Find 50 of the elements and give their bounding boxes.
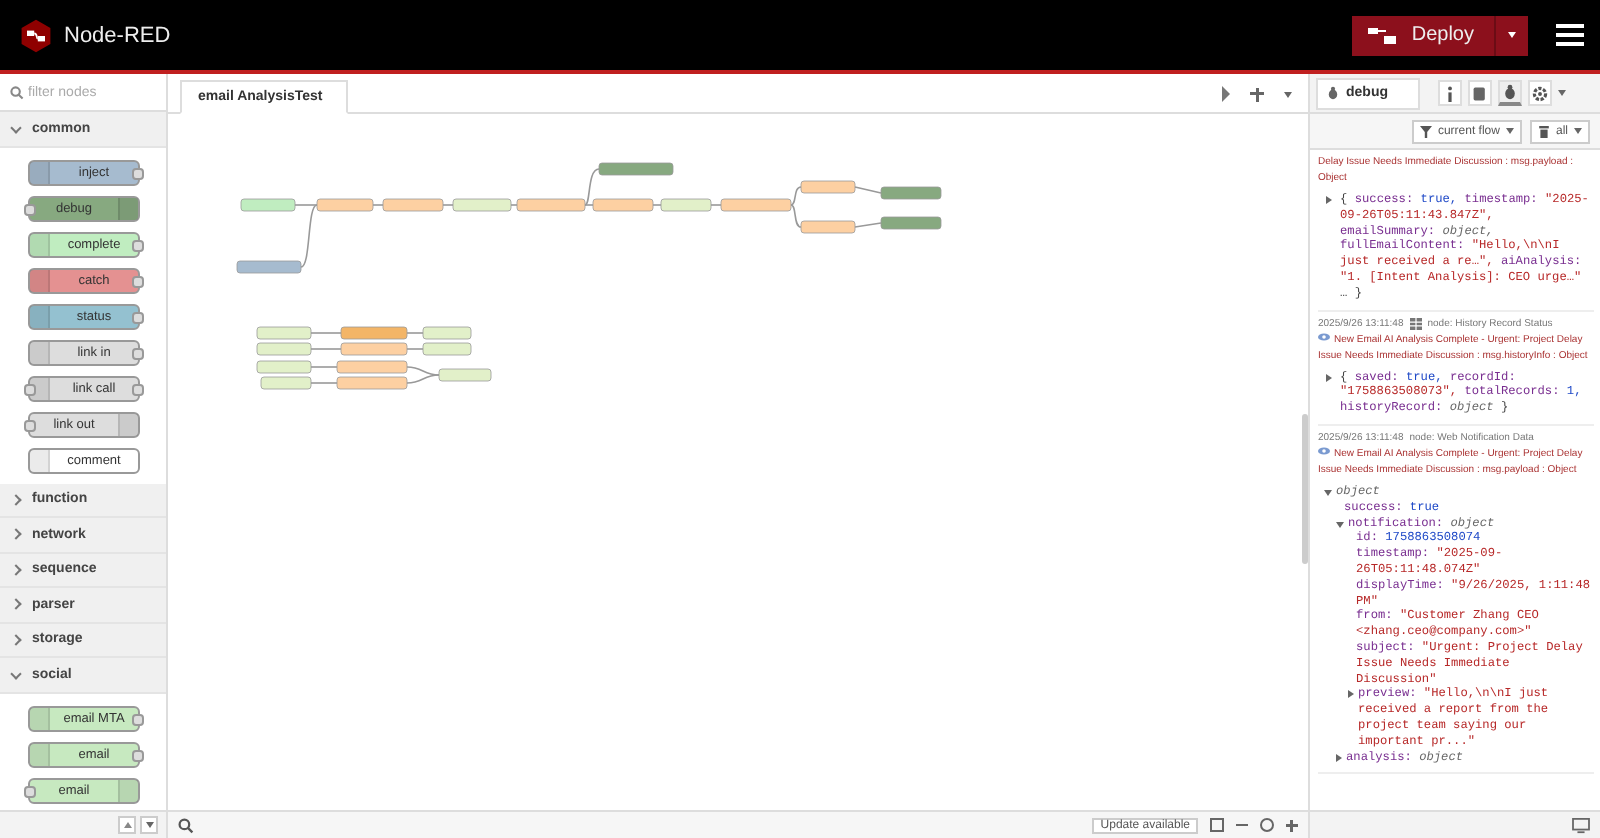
book-icon — [1472, 85, 1488, 101]
node-type-icon — [30, 377, 50, 399]
bug-icon — [1326, 86, 1340, 100]
eye-icon — [1318, 445, 1330, 456]
bug-icon — [1502, 84, 1518, 100]
node-type-icon — [30, 305, 50, 327]
zoom-in-icon[interactable] — [1286, 819, 1298, 831]
expand-caret-icon[interactable] — [1336, 521, 1344, 528]
node-type-icon — [118, 197, 138, 219]
expand-caret-icon[interactable] — [1326, 196, 1332, 204]
flow-menu-caret[interactable] — [1284, 91, 1292, 97]
zoom-reset-icon[interactable] — [1260, 818, 1274, 832]
node-type-icon — [30, 233, 50, 255]
sidebar-menu-caret[interactable] — [1558, 90, 1566, 96]
scroll-tabs-icon[interactable] — [1222, 86, 1230, 102]
eye-icon — [1318, 331, 1330, 342]
logo-icon — [18, 17, 54, 53]
deploy-menu-caret[interactable] — [1494, 15, 1528, 55]
node-type-icon — [30, 707, 50, 729]
deploy-icon — [1367, 26, 1396, 44]
filter-icon — [1419, 125, 1432, 137]
info-button[interactable] — [1438, 80, 1462, 106]
monitor-icon[interactable] — [1572, 817, 1590, 833]
settings-button[interactable] — [1528, 80, 1552, 106]
info-icon — [1444, 85, 1456, 101]
navigator-icon[interactable] — [1210, 818, 1224, 832]
node-type-icon — [118, 413, 138, 435]
deploy-button[interactable]: Deploy — [1351, 15, 1494, 55]
node-type-icon — [30, 341, 50, 363]
gear-icon — [1532, 85, 1548, 101]
node-type-icon — [118, 779, 138, 801]
expand-caret-icon[interactable] — [1324, 489, 1332, 496]
node-type-icon — [30, 449, 50, 471]
app-title: Node-RED — [64, 23, 171, 47]
node-type-icon — [30, 269, 50, 291]
debug-button[interactable] — [1498, 80, 1522, 106]
collapse-all-button[interactable] — [118, 816, 136, 834]
expand-caret-icon[interactable] — [1336, 753, 1342, 762]
search-icon[interactable] — [178, 817, 194, 833]
node-type-icon — [30, 161, 50, 183]
search-icon — [10, 86, 24, 100]
expand-caret-icon[interactable] — [1348, 690, 1354, 699]
node-type-icon — [30, 743, 50, 765]
table-icon — [1409, 317, 1422, 330]
menu-icon[interactable] — [1556, 24, 1584, 46]
help-button[interactable] — [1468, 80, 1492, 106]
trash-icon — [1537, 125, 1550, 137]
add-flow-icon[interactable] — [1250, 87, 1264, 101]
expand-all-button[interactable] — [140, 816, 158, 834]
expand-caret-icon[interactable] — [1326, 373, 1332, 382]
